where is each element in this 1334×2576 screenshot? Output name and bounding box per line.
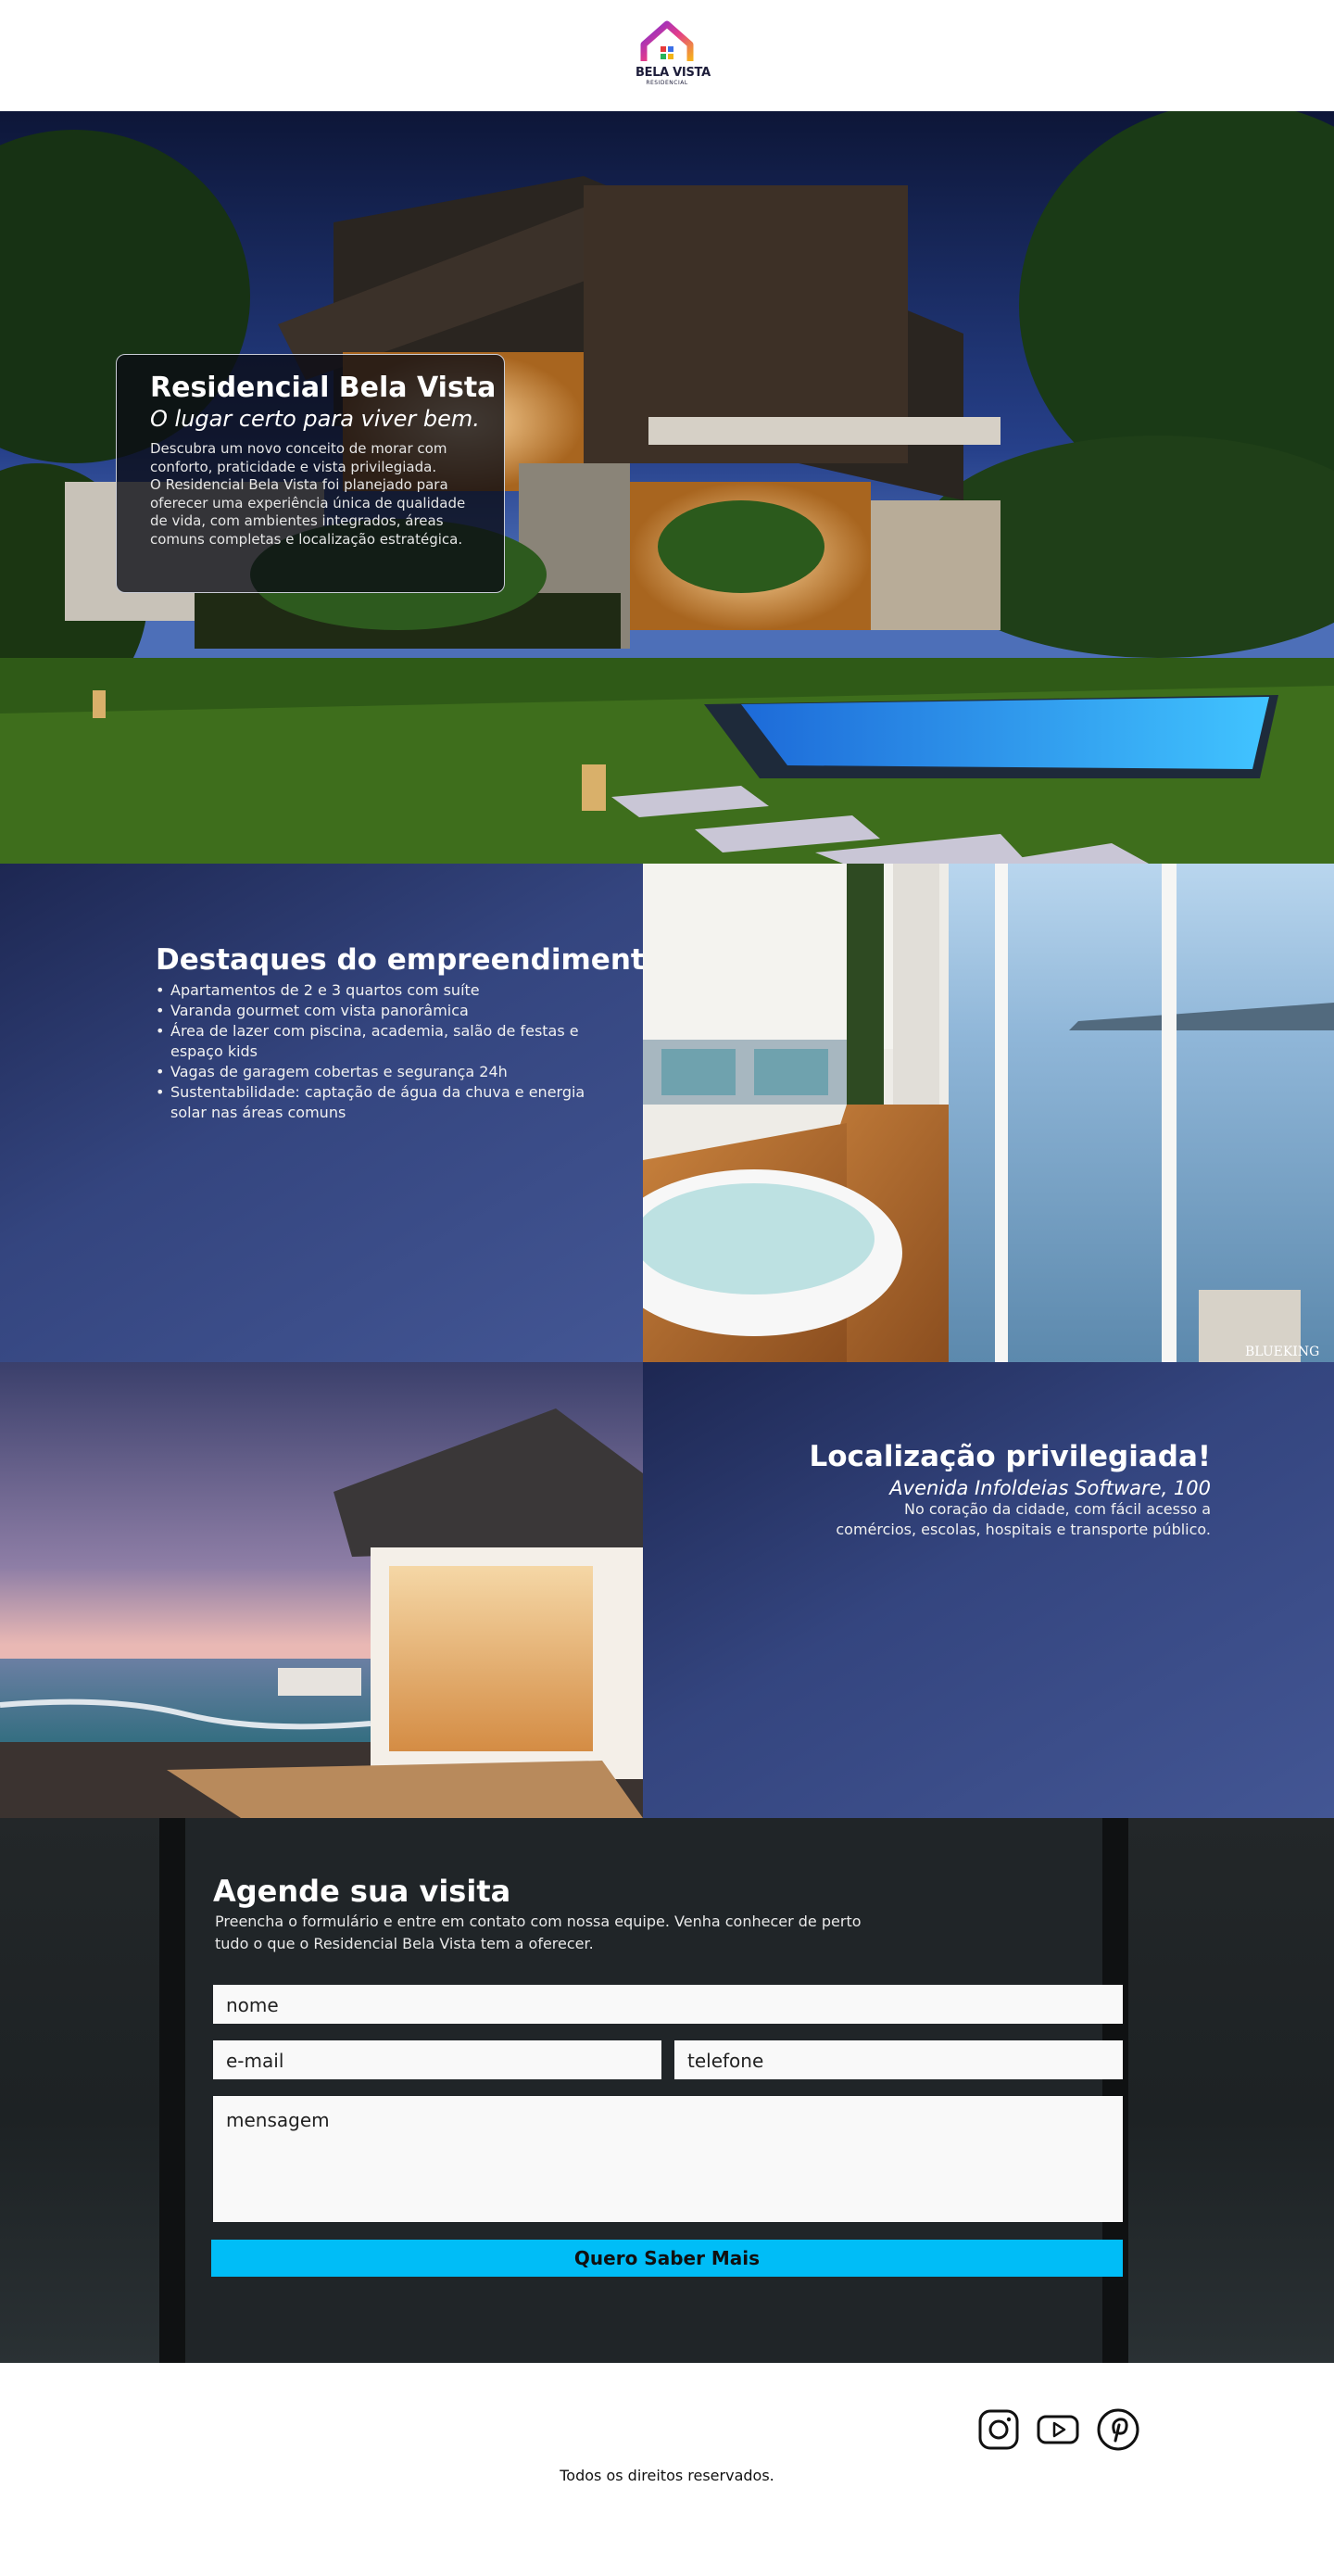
watermark-text: BLUEKING	[1245, 1345, 1319, 1359]
location-section: Localização privilegiada! Avenida Infold…	[643, 1362, 1334, 1818]
hero-subtitle: O lugar certo para viver bem.	[150, 406, 480, 432]
logo-subtitle: RESIDENCIAL	[646, 80, 688, 86]
features-section: Destaques do empreendimento Apartamentos…	[0, 864, 664, 1362]
beach-house-image	[0, 1362, 643, 1818]
features-title: Destaques do empreendimento	[156, 943, 665, 977]
contact-section: Agende sua visita Preencha o formulário …	[0, 1818, 1334, 2363]
contact-title: Agende sua visita	[213, 1874, 511, 1909]
instagram-icon[interactable]	[976, 2407, 1021, 2452]
name-field[interactable]: nome	[213, 1985, 1123, 2024]
hero-section: Residencial Bela Vista O lugar certo par…	[0, 111, 1334, 864]
hero-title: Residencial Bela Vista	[150, 372, 497, 404]
pinterest-icon[interactable]	[1096, 2407, 1140, 2452]
email-field[interactable]: e-mail	[213, 2040, 661, 2079]
list-item: Vagas de garagem cobertas e segurança 24…	[156, 1062, 619, 1082]
youtube-icon[interactable]	[1036, 2407, 1080, 2452]
list-item: Varanda gourmet com vista panorâmica	[156, 1001, 619, 1021]
location-address: Avenida Infoldeias Software, 100	[889, 1477, 1211, 1499]
list-item: Área de lazer com piscina, academia, sal…	[156, 1021, 619, 1062]
copyright-text: Todos os direitos reservados.	[560, 2467, 774, 2484]
site-header: BELA VISTA RESIDENCIAL	[0, 0, 1334, 111]
location-description: No coração da cidade, com fácil acesso a…	[836, 1500, 1211, 1538]
list-item: Sustentabilidade: captação de água da ch…	[156, 1082, 619, 1123]
site-footer: Todos os direitos reservados.	[0, 2363, 1334, 2576]
message-field[interactable]: mensagem	[213, 2096, 1123, 2222]
list-item: Apartamentos de 2 e 3 quartos com suíte	[156, 980, 619, 1001]
hero-description: Descubra um novo conceito de morar com c…	[150, 440, 466, 548]
house-logo-icon	[640, 20, 694, 61]
features-list: Apartamentos de 2 e 3 quartos com suíte …	[156, 980, 619, 1123]
beach-house-illustration	[0, 1362, 643, 1818]
submit-button[interactable]: Quero Saber Mais	[211, 2240, 1123, 2277]
interior-image: BLUEKING	[643, 864, 1334, 1362]
location-title: Localização privilegiada!	[809, 1440, 1211, 1473]
contact-description: Preencha o formulário e entre em contato…	[215, 1913, 862, 1952]
logo[interactable]: BELA VISTA RESIDENCIAL	[636, 20, 711, 91]
phone-field[interactable]: telefone	[674, 2040, 1123, 2079]
interior-illustration: BLUEKING	[643, 864, 1334, 1362]
hero-card: Residencial Bela Vista O lugar certo par…	[116, 354, 505, 593]
logo-name: BELA VISTA	[636, 66, 711, 80]
